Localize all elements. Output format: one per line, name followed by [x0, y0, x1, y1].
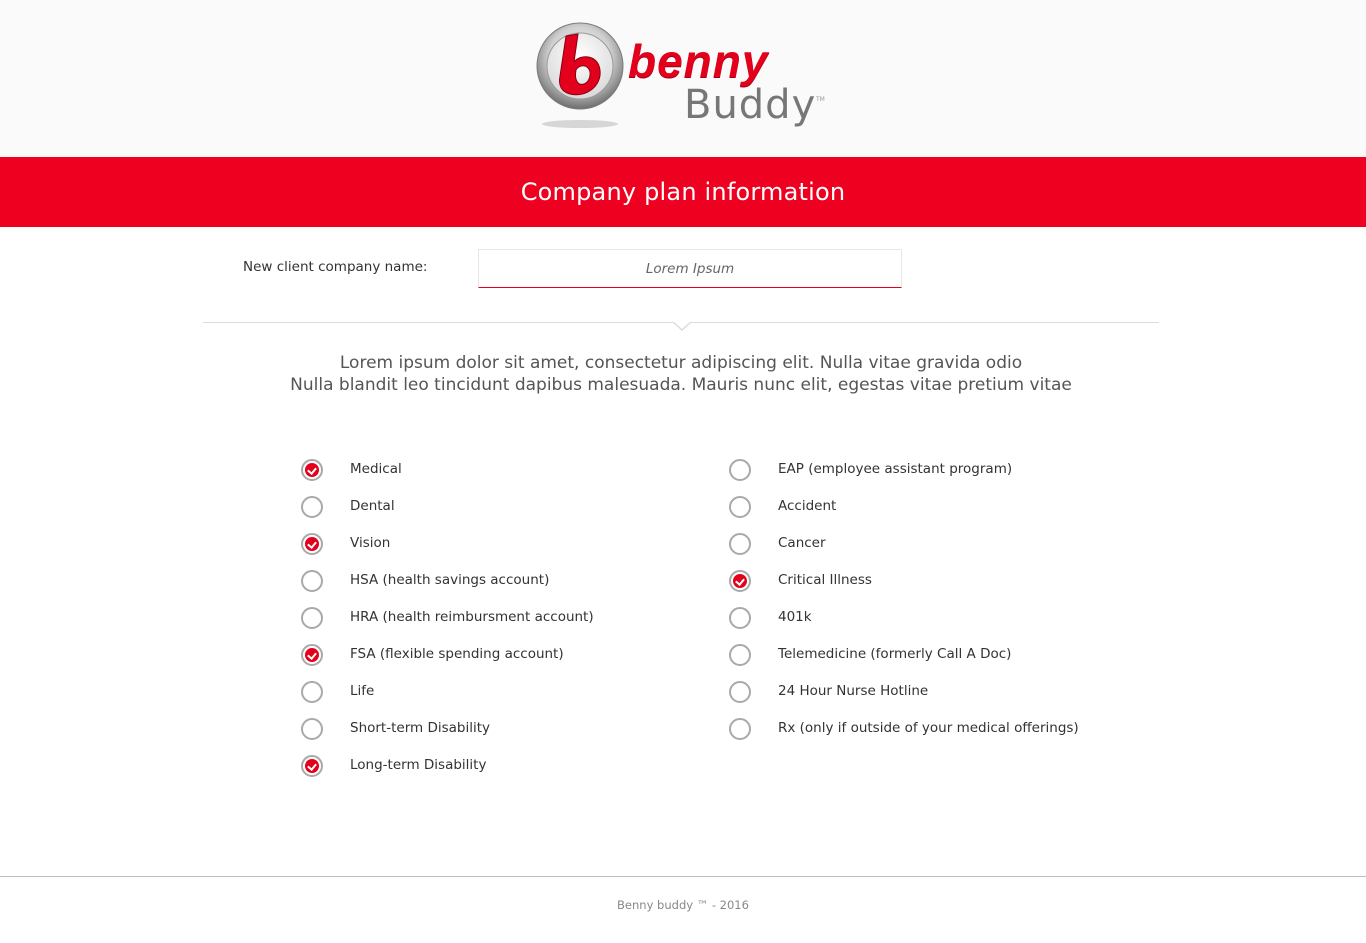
- benefit-option[interactable]: Life: [301, 681, 701, 705]
- footer-copyright: Benny buddy ™ - 2016: [617, 898, 749, 912]
- logo-wordmark-benny: benny: [628, 35, 769, 87]
- company-name-label: New client company name:: [243, 259, 428, 275]
- divider-notch-icon: [672, 321, 692, 331]
- benefit-option[interactable]: Long-term Disability: [301, 755, 701, 779]
- benefit-option-label: Accident: [778, 498, 837, 514]
- radio-unchecked-icon[interactable]: [301, 681, 323, 703]
- radio-unchecked-icon[interactable]: [301, 570, 323, 592]
- benefit-option[interactable]: Accident: [729, 496, 1129, 520]
- footer-divider: [0, 876, 1366, 877]
- intro-line-1: Lorem ipsum dolor sit amet, consectetur …: [339, 353, 1023, 373]
- radio-unchecked-icon[interactable]: [729, 718, 751, 740]
- benefit-option-label: Medical: [350, 461, 402, 477]
- title-bar: Company plan information: [0, 157, 1366, 227]
- benefit-option[interactable]: Rx (only if outside of your medical offe…: [729, 718, 1129, 742]
- benefit-option[interactable]: FSA (flexible spending account): [301, 644, 701, 668]
- benefit-option-label: Cancer: [778, 535, 826, 551]
- benefit-option-label: Telemedicine (formerly Call A Doc): [778, 646, 1012, 662]
- benefit-option[interactable]: Cancer: [729, 533, 1129, 557]
- logo-wordmark-buddy: Buddy: [684, 82, 817, 128]
- benefit-option-label: FSA (flexible spending account): [350, 646, 564, 662]
- checkmark-icon: [305, 648, 319, 662]
- benefit-option[interactable]: Medical: [301, 459, 701, 483]
- radio-checked-icon[interactable]: [301, 459, 323, 481]
- benefit-option-label: 401k: [778, 609, 812, 625]
- benefit-option[interactable]: Telemedicine (formerly Call A Doc): [729, 644, 1129, 668]
- radio-unchecked-icon[interactable]: [729, 681, 751, 703]
- radio-unchecked-icon[interactable]: [729, 496, 751, 518]
- page-title: Company plan information: [520, 178, 846, 206]
- company-name-input[interactable]: [478, 249, 902, 288]
- benefit-option[interactable]: HRA (health reimbursment account): [301, 607, 701, 631]
- radio-checked-icon[interactable]: [729, 570, 751, 592]
- checkmark-icon: [733, 574, 747, 588]
- radio-unchecked-icon[interactable]: [729, 607, 751, 629]
- radio-checked-icon[interactable]: [301, 644, 323, 666]
- benefit-option[interactable]: 24 Hour Nurse Hotline: [729, 681, 1129, 705]
- benefit-option-label: Dental: [350, 498, 395, 514]
- benefit-option-label: Vision: [350, 535, 391, 551]
- checkmark-icon: [305, 537, 319, 551]
- radio-unchecked-icon[interactable]: [301, 496, 323, 518]
- intro-text: Lorem ipsum dolor sit amet, consectetur …: [203, 352, 1159, 396]
- benefit-option[interactable]: Vision: [301, 533, 701, 557]
- radio-unchecked-icon[interactable]: [729, 644, 751, 666]
- page-header: benny Buddy TM: [0, 0, 1366, 157]
- logo-trademark: TM: [816, 96, 825, 103]
- benefit-option-label: HRA (health reimbursment account): [350, 609, 594, 625]
- benefit-option[interactable]: HSA (health savings account): [301, 570, 701, 594]
- checkmark-icon: [305, 759, 319, 773]
- radio-unchecked-icon[interactable]: [729, 533, 751, 555]
- radio-unchecked-icon[interactable]: [729, 459, 751, 481]
- benefit-option-label: Short-term Disability: [350, 720, 491, 736]
- benefit-option-label: Critical Illness: [778, 572, 872, 588]
- benefit-option-label: HSA (health savings account): [350, 572, 550, 588]
- benefit-option[interactable]: Critical Illness: [729, 570, 1129, 594]
- benefit-option[interactable]: Dental: [301, 496, 701, 520]
- benefit-option-label: 24 Hour Nurse Hotline: [778, 683, 929, 699]
- radio-checked-icon[interactable]: [301, 755, 323, 777]
- benefit-option[interactable]: 401k: [729, 607, 1129, 631]
- benefit-option-label: EAP (employee assistant program): [778, 461, 1013, 477]
- intro-line-2: Nulla blandit leo tincidunt dapibus male…: [290, 375, 1072, 395]
- radio-unchecked-icon[interactable]: [301, 607, 323, 629]
- benefit-option[interactable]: EAP (employee assistant program): [729, 459, 1129, 483]
- benefit-option-label: Long-term Disability: [350, 757, 487, 773]
- benny-buddy-logo[interactable]: benny Buddy TM: [536, 20, 828, 134]
- benefit-option-label: Rx (only if outside of your medical offe…: [778, 720, 1079, 736]
- radio-checked-icon[interactable]: [301, 533, 323, 555]
- checkmark-icon: [305, 463, 319, 477]
- benefit-option[interactable]: Short-term Disability: [301, 718, 701, 742]
- benefit-option-label: Life: [350, 683, 375, 699]
- radio-unchecked-icon[interactable]: [301, 718, 323, 740]
